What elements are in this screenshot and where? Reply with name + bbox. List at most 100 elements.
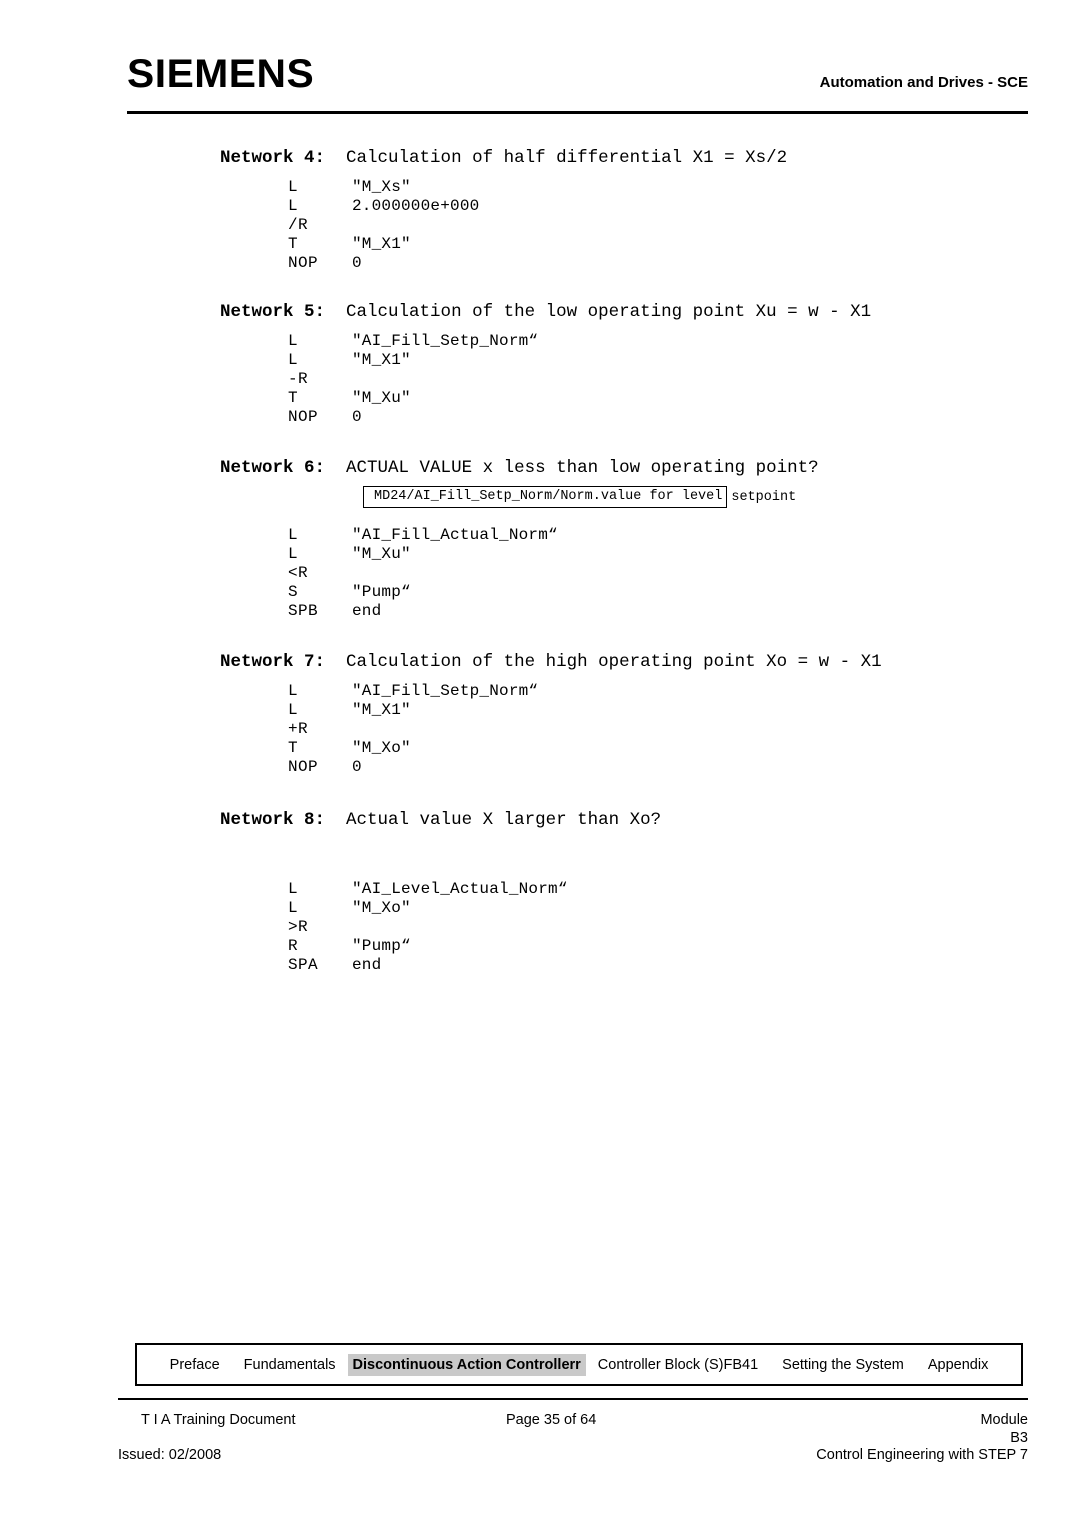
code-operand: "AI_Fill_Setp_Norm“ xyxy=(352,332,539,350)
code-operand: "M_X1" xyxy=(352,351,411,369)
code-line: L "AI_Fill_Setp_Norm“ xyxy=(220,332,1040,351)
nav-item-discontinuous-action-controller[interactable]: Discontinuous Action Controllerr xyxy=(347,1353,586,1376)
code-operand: "M_Xo" xyxy=(352,739,411,757)
code-opcode: /R xyxy=(288,216,309,234)
code-line: T "M_Xo" xyxy=(220,739,1040,758)
network-8-block: Network 8: Actual value X larger than Xo… xyxy=(220,808,1040,975)
code-line: L "AI_Level_Actual_Norm“ xyxy=(220,880,1040,899)
code-line: -R xyxy=(220,370,1040,389)
network-5-block: Network 5: Calculation of the low operat… xyxy=(220,300,1040,427)
network-4-code: L "M_Xs" L 2.000000e+000 /R T "M_X1" NOP 0 xyxy=(220,178,1040,273)
footer-page-number: Page 35 of 64 xyxy=(506,1412,597,1428)
code-line: >R xyxy=(220,918,1040,937)
code-operand: 2.000000e+000 xyxy=(352,197,480,215)
code-opcode: SPB xyxy=(288,602,319,620)
nav-item-appendix[interactable]: Appendix xyxy=(916,1354,1000,1376)
network-4-block: Network 4: Calculation of half different… xyxy=(220,146,1040,273)
code-line: /R xyxy=(220,216,1040,235)
code-line: L "AI_Fill_Setp_Norm“ xyxy=(220,682,1040,701)
code-line: L "M_X1" xyxy=(220,351,1040,370)
network-7-code: L "AI_Fill_Setp_Norm“ L "M_X1" +R T "M_Xo" … xyxy=(220,682,1040,777)
siemens-logo: SIEMENS xyxy=(127,52,315,96)
code-operand: "AI_Level_Actual_Norm“ xyxy=(352,880,568,898)
nav-item-setting-the-system[interactable]: Setting the System xyxy=(770,1354,916,1376)
code-operand: "Pump“ xyxy=(352,937,411,955)
network-5-label: Network 5: xyxy=(220,302,326,322)
network-6-title: ACTUAL VALUE x less than low operating p… xyxy=(346,458,819,478)
code-operand: end xyxy=(352,956,382,974)
footer-course-title: Control Engineering with STEP 7 xyxy=(816,1447,1028,1463)
code-line: NOP 0 xyxy=(220,758,1040,777)
network-8-code: L "AI_Level_Actual_Norm“ L "M_Xo" >R R "Pum… xyxy=(220,880,1040,975)
code-opcode: -R xyxy=(288,370,309,388)
code-line: L "M_Xo" xyxy=(220,899,1040,918)
code-line: SPA end xyxy=(220,956,1040,975)
network-4-label: Network 4: xyxy=(220,148,326,168)
code-operand: 0 xyxy=(352,254,362,272)
nav-item-preface[interactable]: Preface xyxy=(158,1354,232,1376)
code-opcode: L xyxy=(288,880,299,898)
code-opcode: NOP xyxy=(288,408,319,426)
code-opcode: NOP xyxy=(288,254,319,272)
code-line: <R xyxy=(220,564,1040,583)
code-line: L "M_Xs" xyxy=(220,178,1040,197)
code-line: L "M_Xu" xyxy=(220,545,1040,564)
code-opcode: L xyxy=(288,701,299,719)
code-line: +R xyxy=(220,720,1040,739)
callout-box-text: MD24/AI_Fill_Setp_Norm/Norm.value for le… xyxy=(374,489,723,504)
network-7-title: Calculation of the high operating point … xyxy=(346,652,882,672)
callout-box: MD24/AI_Fill_Setp_Norm/Norm.value for le… xyxy=(363,486,728,508)
network-6-label: Network 6: xyxy=(220,458,326,478)
network-8-title: Actual value X larger than Xo? xyxy=(346,810,662,830)
network-4-heading: Network 4: Calculation of half different… xyxy=(220,146,1040,170)
code-line: NOP 0 xyxy=(220,408,1040,427)
code-line: T "M_Xu" xyxy=(220,389,1040,408)
code-opcode: L xyxy=(288,178,299,196)
page-header: SIEMENS Automation and Drives - SCE xyxy=(127,52,1028,114)
network-8-heading: Network 8: Actual value X larger than Xo… xyxy=(220,808,1040,832)
code-opcode: L xyxy=(288,351,299,369)
code-operand: 0 xyxy=(352,408,362,426)
footer-divider xyxy=(118,1398,1028,1400)
network-6-heading: Network 6: ACTUAL VALUE x less than low … xyxy=(220,456,1040,480)
nav-item-fundamentals[interactable]: Fundamentals xyxy=(232,1354,348,1376)
network-7-heading: Network 7: Calculation of the high opera… xyxy=(220,650,1040,674)
code-operand: "M_Xo" xyxy=(352,899,411,917)
code-opcode: L xyxy=(288,526,299,544)
footer-document-name: T I A Training Document xyxy=(141,1412,296,1428)
code-line: L "AI_Fill_Actual_Norm“ xyxy=(220,526,1040,545)
network-5-title: Calculation of the low operating point X… xyxy=(346,302,872,322)
callout-trailing-text: setpoint xyxy=(731,489,797,505)
network-6-code: L "AI_Fill_Actual_Norm“ L "M_Xu" <R S "Pump… xyxy=(220,526,1040,621)
code-operand: end xyxy=(352,602,382,620)
code-opcode: L xyxy=(288,682,299,700)
code-opcode: S xyxy=(288,583,299,601)
code-operand: "AI_Fill_Actual_Norm“ xyxy=(352,526,558,544)
code-operand: "M_Xu" xyxy=(352,389,411,407)
code-opcode: NOP xyxy=(288,758,319,776)
code-opcode: T xyxy=(288,739,299,757)
network-5-code: L "AI_Fill_Setp_Norm“ L "M_X1" -R T "M_Xu" … xyxy=(220,332,1040,427)
network-4-title: Calculation of half differential X1 = Xs… xyxy=(346,148,788,168)
code-opcode: L xyxy=(288,899,299,917)
code-operand: "M_X1" xyxy=(352,701,411,719)
code-line: NOP 0 xyxy=(220,254,1040,273)
footer-module-value: B3 xyxy=(1010,1430,1028,1446)
network-5-heading: Network 5: Calculation of the low operat… xyxy=(220,300,1040,324)
header-divider xyxy=(127,111,1028,114)
code-line: R "Pump“ xyxy=(220,937,1040,956)
code-operand: "AI_Fill_Setp_Norm“ xyxy=(352,682,539,700)
code-opcode: L xyxy=(288,197,299,215)
nav-item-controller-block-sfb41[interactable]: Controller Block (S)FB41 xyxy=(586,1354,770,1376)
footer-issued-date: Issued: 02/2008 xyxy=(118,1447,222,1463)
code-opcode: L xyxy=(288,545,299,563)
code-operand: "M_Xs" xyxy=(352,178,411,196)
network-7-block: Network 7: Calculation of the high opera… xyxy=(220,650,1040,777)
network-6-block: Network 6: ACTUAL VALUE x less than low … xyxy=(220,456,1040,621)
header-subtitle: Automation and Drives - SCE xyxy=(819,74,1028,91)
code-opcode: T xyxy=(288,235,299,253)
code-operand: "Pump“ xyxy=(352,583,411,601)
network-8-label: Network 8: xyxy=(220,810,326,830)
code-opcode: >R xyxy=(288,918,309,936)
code-opcode: +R xyxy=(288,720,309,738)
